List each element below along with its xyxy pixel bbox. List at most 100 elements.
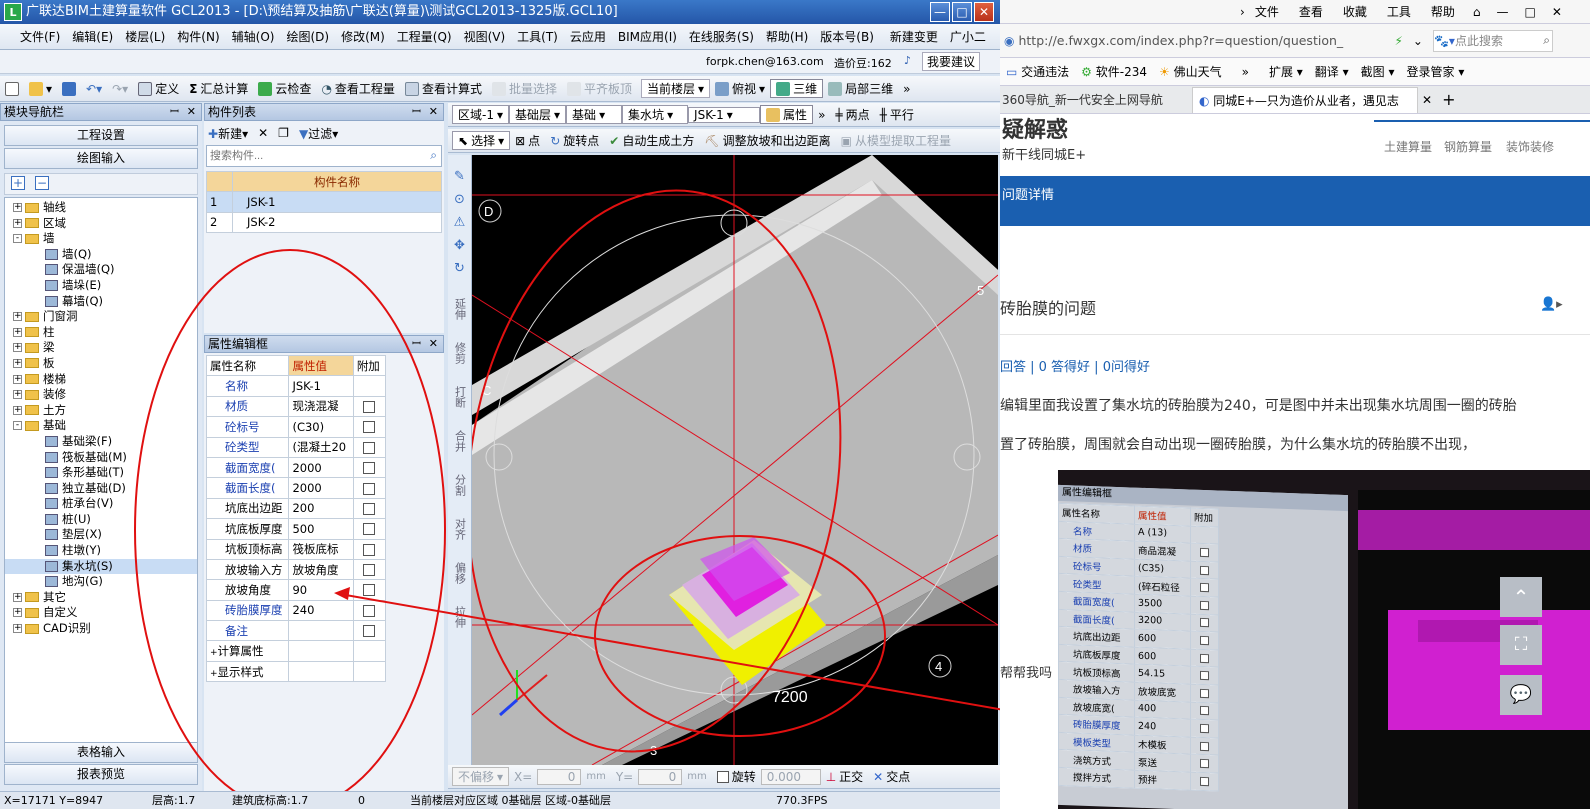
property-row[interactable]: 放坡角度 90 — [205, 579, 387, 601]
collapse-icon[interactable]: - — [13, 421, 22, 431]
property-value[interactable]: 商品混凝 — [1134, 541, 1191, 561]
adjust-slope-button[interactable]: ⛏ 调整放坡和出边距离 — [699, 132, 835, 149]
expand-icon[interactable]: + — [13, 343, 22, 353]
property-value[interactable]: (C30) — [288, 416, 354, 438]
three-d-button[interactable]: 三维 — [770, 79, 824, 98]
area-select[interactable]: 区域-1 ▾ — [452, 105, 509, 124]
tree-item[interactable]: 幕墙(Q) — [5, 294, 197, 310]
more-chevron-icon[interactable]: » — [898, 82, 915, 96]
extra-checkbox[interactable] — [363, 421, 376, 434]
point-button[interactable]: ⊠ 点 — [510, 132, 545, 149]
table-row[interactable]: 1 JSK-1 — [206, 191, 442, 213]
property-row[interactable]: +计算属性 — [205, 640, 387, 662]
extra-checkbox[interactable] — [363, 462, 376, 475]
property-value[interactable] — [288, 660, 354, 683]
expand-icon[interactable]: + — [13, 624, 22, 634]
x-input[interactable]: 0 — [537, 768, 582, 785]
extension-button[interactable]: 翻译 ▾ — [1315, 63, 1349, 80]
panel-close-icon[interactable]: ✕ — [187, 104, 196, 120]
rotate-point-button[interactable]: ↻ 旋转点 — [545, 132, 604, 149]
property-value[interactable]: 放坡底宽 — [1134, 682, 1191, 702]
vertical-tool[interactable]: 对齐 — [452, 518, 468, 540]
property-value[interactable]: JSK-1 — [288, 375, 354, 397]
component-search-input[interactable] — [207, 146, 417, 166]
tree-item[interactable]: 桩承台(V) — [5, 496, 197, 512]
expand-icon[interactable]: + — [13, 374, 22, 384]
tree-item[interactable]: + 自定义 — [5, 605, 197, 621]
property-row[interactable]: 砼标号 (C30) — [205, 416, 387, 438]
flat-top-button[interactable]: 平齐板顶 — [562, 80, 637, 97]
menu-item[interactable]: 版本号(B) — [814, 28, 880, 45]
chevron-right-icon[interactable]: › — [1240, 5, 1245, 19]
property-value[interactable]: 2000 — [288, 456, 354, 479]
expand-icon[interactable]: + — [13, 358, 22, 368]
new-component-button[interactable]: ✚新建▾ — [208, 125, 248, 142]
pin-icon[interactable]: ꟷ — [412, 336, 421, 352]
offset-select[interactable]: 不偏移 ▾ — [452, 767, 510, 786]
property-row[interactable]: 备注 — [205, 620, 387, 642]
menu-item[interactable]: 工具(T) — [511, 28, 564, 45]
vertical-tool[interactable]: 偏移 — [452, 562, 468, 584]
redo-icon[interactable]: ↷▾ — [107, 82, 133, 96]
tree-item[interactable]: + 板 — [5, 356, 197, 372]
tab-360[interactable]: 360导航_新一代安全上网导航 — [1002, 91, 1182, 108]
rotate-input[interactable]: 0.000 — [760, 768, 821, 785]
property-row[interactable]: 坑板顶标高 筏板底标 — [205, 538, 387, 560]
tree-item[interactable]: + 区域 — [5, 216, 197, 232]
property-value[interactable]: 3500 — [1134, 594, 1191, 614]
tree-item[interactable]: 柱墩(Y) — [5, 543, 197, 559]
extra-checkbox[interactable] — [363, 604, 376, 617]
tool-icon[interactable]: ✥ — [448, 238, 471, 253]
extension-button[interactable]: 截图 ▾ — [1361, 63, 1395, 80]
property-row[interactable]: 坑底出边距 200 — [205, 497, 387, 520]
extension-button[interactable]: 扩展 ▾ — [1269, 63, 1303, 80]
lightning-icon[interactable]: ⚡ — [1394, 34, 1402, 48]
maximize-button[interactable]: □ — [952, 2, 972, 22]
property-row[interactable]: 放坡输入方 放坡角度 — [205, 558, 387, 581]
tree-item[interactable]: + 轴线 — [5, 200, 197, 216]
extra-checkbox[interactable] — [1200, 759, 1209, 769]
vertical-tool[interactable]: 分割 — [452, 474, 468, 496]
property-row[interactable]: 材质 现浇混凝 — [205, 395, 387, 418]
menu-item[interactable]: 文件(F) — [14, 28, 66, 45]
top-view-button[interactable]: 俯视 ▾ — [710, 80, 770, 97]
define-button[interactable]: 定义 — [133, 80, 184, 97]
new-file-icon[interactable] — [0, 81, 24, 96]
property-value[interactable]: 90 — [288, 579, 354, 601]
current-floor-select[interactable]: 当前楼层 ▾ — [640, 79, 711, 98]
property-value[interactable] — [288, 640, 354, 662]
minimize-icon[interactable]: — — [1497, 5, 1509, 19]
vertical-tool[interactable]: 修剪 — [452, 342, 468, 364]
property-value[interactable]: 600 — [1134, 646, 1191, 667]
project-setting-button[interactable]: 工程设置 — [4, 125, 198, 146]
vertical-tool[interactable]: 拉伸 — [452, 606, 468, 628]
user-button[interactable]: 广小二 — [944, 28, 992, 45]
property-value[interactable]: 240 — [1134, 717, 1191, 737]
expand-icon[interactable]: + — [13, 608, 22, 618]
y-input[interactable]: 0 — [638, 768, 683, 785]
rotate-checkbox[interactable]: 旋转 — [712, 768, 761, 785]
panel-close-icon[interactable]: ✕ — [429, 104, 438, 120]
property-value[interactable]: 400 — [1134, 699, 1191, 720]
tree-item[interactable]: + 柱 — [5, 325, 197, 341]
back-to-top-icon[interactable]: ⌃ — [1500, 577, 1542, 617]
user-icon[interactable]: 👤▸ — [1540, 297, 1563, 312]
expand-icon[interactable]: + — [13, 312, 22, 322]
tree-item[interactable]: 保温墙(Q) — [5, 262, 197, 278]
tree-item[interactable]: 桩(U) — [5, 512, 197, 528]
chat-icon[interactable]: 💬 — [1500, 675, 1542, 715]
ortho-button[interactable]: ⊥ 正交 — [821, 768, 868, 785]
menu-item[interactable]: 修改(M) — [335, 28, 391, 45]
extra-checkbox[interactable] — [363, 482, 376, 495]
property-row[interactable]: 砼类型 (混凝土20 — [205, 436, 387, 458]
property-value[interactable]: (混凝土20 — [288, 436, 354, 458]
drawing-canvas[interactable]: D C 5 4 3 7200 — [472, 155, 998, 765]
more-chevron-icon[interactable]: » — [813, 108, 830, 122]
home-icon[interactable]: ⌂ — [1473, 5, 1481, 19]
property-value[interactable]: 2000 — [288, 477, 354, 499]
extract-qty-button[interactable]: ▣ 从模型提取工程量 — [836, 132, 956, 149]
close-icon[interactable]: ✕ — [1552, 5, 1562, 19]
property-value[interactable] — [288, 620, 354, 642]
menu-item[interactable]: 视图(V) — [458, 28, 512, 45]
tree-item[interactable]: + 门窗洞 — [5, 309, 197, 325]
